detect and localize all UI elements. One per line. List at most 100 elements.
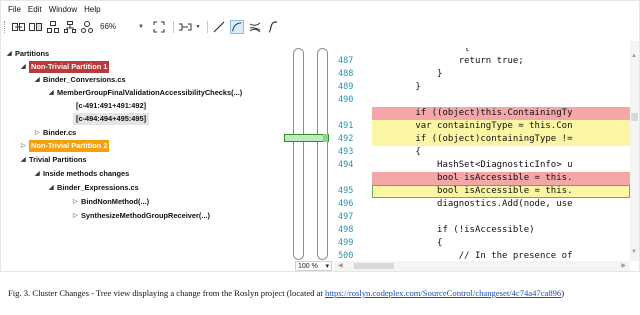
tree-node-trivial-partitions[interactable]: ◢ Trivial Partitions [21, 154, 87, 166]
code-text: { [372, 48, 470, 53]
code-line[interactable]: 494 HashSet<DiagnosticInfo> u [334, 159, 630, 172]
line-number [334, 48, 358, 55]
line-number: 489 [338, 82, 354, 92]
compare-icon[interactable] [28, 20, 43, 34]
scroll-thumb[interactable] [631, 113, 638, 121]
tree-label: Inside methods changes [43, 169, 130, 178]
code-gutter [358, 48, 372, 55]
tree-node-partitions[interactable]: ◢ Partitions [7, 48, 49, 60]
code-gutter [358, 211, 372, 224]
horizontal-scrollbar[interactable]: ◀ ▶ [334, 261, 630, 271]
tree-node-method-member-group[interactable]: ◢ MemberGroupFinalValidationAccessibilit… [49, 87, 242, 99]
chevron-down-icon[interactable]: ▼ [195, 20, 201, 34]
app-window: File Edit Window Help 66% ▼ ▼ ◢ Partitio… [0, 0, 640, 272]
tree-node-synthesize-method[interactable]: ▷ SynthesizeMethodGroupReceiver(...) [73, 210, 210, 222]
code-zoom-value: 100 % [298, 262, 318, 270]
scroll-up-icon[interactable]: ▲ [631, 53, 637, 59]
line-number: 495 [338, 186, 354, 196]
caption-link[interactable]: https://roslyn.codeplex.com/SourceContro… [325, 288, 561, 298]
code-gutter [358, 185, 372, 198]
code-text: { [372, 147, 421, 157]
code-line[interactable]: 495 bool isAccessible = this. [334, 185, 630, 198]
collapsed-arrow-icon[interactable]: ▷ [73, 210, 81, 222]
expanded-arrow-icon[interactable]: ◢ [35, 74, 43, 86]
code-gutter [358, 224, 372, 237]
expanded-arrow-icon[interactable]: ◢ [21, 154, 29, 166]
tree-node-change-491[interactable]: [c-491:491+491:492] [73, 100, 149, 112]
vertical-scrollbar[interactable]: ▲ ▼ [630, 41, 639, 261]
collapsed-arrow-icon[interactable]: ▷ [21, 140, 29, 152]
code-text: HashSet<DiagnosticInfo> u [372, 160, 573, 170]
collapsed-arrow-icon[interactable]: ▷ [73, 196, 81, 208]
line-number: 498 [338, 225, 354, 235]
expanded-arrow-icon[interactable]: ◢ [49, 182, 57, 194]
scroll-left-icon[interactable]: ◀ [338, 262, 343, 269]
tree-icon[interactable] [79, 20, 94, 34]
menu-help[interactable]: Help [84, 5, 100, 14]
code-line[interactable]: bool isAccessible = this. [334, 172, 630, 185]
code-line[interactable]: 496 diagnostics.Add(node, use [334, 198, 630, 211]
code-line[interactable]: 497 [334, 211, 630, 224]
menu-edit[interactable]: Edit [28, 5, 42, 14]
toolbar-grip[interactable] [4, 20, 7, 33]
code-zoom-select[interactable]: 100 % ▾ [295, 261, 332, 271]
expanded-arrow-icon[interactable]: ◢ [49, 87, 57, 99]
code-text: if ((object)this.ContainingTy [372, 107, 630, 120]
curve-icon[interactable] [229, 19, 244, 34]
tree-node-bind-non-method[interactable]: ▷ BindNonMethod(...) [73, 196, 149, 208]
code-line[interactable]: { [334, 48, 630, 55]
code-line[interactable]: 499 { [334, 237, 630, 250]
group-icon[interactable] [45, 20, 60, 34]
expanded-arrow-icon[interactable]: ◢ [7, 48, 15, 60]
code-line[interactable]: 488 } [334, 68, 630, 81]
code-text: if ((object)containingType != [372, 133, 630, 146]
tree-label: MemberGroupFinalValidationAccessibilityC… [57, 88, 243, 97]
scroll-down-icon[interactable]: ▼ [631, 249, 637, 255]
expanded-arrow-icon[interactable]: ◢ [21, 61, 29, 73]
code-text: return true; [372, 56, 524, 66]
overview-bar-right[interactable] [317, 48, 328, 260]
tree-node-partition-2[interactable]: ▷ Non-Trivial Partition 2 [21, 140, 110, 152]
code-text: bool isAccessible = this. [372, 172, 630, 185]
code-gutter [358, 146, 372, 159]
change-link-marker-end [323, 134, 328, 142]
code-line[interactable]: 492 if ((object)containingType != [334, 133, 630, 146]
expanded-arrow-icon[interactable]: ◢ [35, 168, 43, 180]
code-line[interactable]: 489 } [334, 81, 630, 94]
tree-node-file-binder[interactable]: ▷ Binder.cs [35, 127, 76, 139]
overview-bar-left[interactable] [293, 48, 304, 260]
code-line[interactable]: 490 [334, 94, 630, 107]
code-line[interactable]: 487 return true; [334, 55, 630, 68]
scroll-thumb[interactable] [354, 263, 394, 269]
code-text: { [372, 238, 443, 248]
line-number: 491 [338, 121, 354, 131]
code-line[interactable]: 491 var containingType = this.Con [334, 120, 630, 133]
line-icon[interactable] [212, 20, 226, 34]
zoom-combo[interactable]: 66% ▼ [100, 22, 144, 31]
tree-node-file-binder-conversions[interactable]: ◢ Binder_Conversions.cs [35, 74, 126, 86]
menu-file[interactable]: File [8, 5, 21, 14]
hierarchy-icon[interactable] [62, 20, 77, 34]
toolbar-separator [206, 20, 208, 33]
spline-icon[interactable] [266, 20, 280, 34]
code-line[interactable]: 493 { [334, 146, 630, 159]
bundle-icon[interactable] [248, 20, 262, 34]
fit-icon[interactable] [152, 20, 167, 34]
scroll-right-icon[interactable]: ▶ [621, 262, 626, 269]
line-number: 488 [338, 69, 354, 79]
tree-node-file-binder-expressions[interactable]: ◢ Binder_Expressions.cs [49, 182, 139, 194]
menu-window[interactable]: Window [49, 5, 77, 14]
collapsed-arrow-icon[interactable]: ▷ [35, 127, 43, 139]
tree-node-change-494[interactable]: [c-494:494+495:495] [73, 113, 150, 125]
code-gutter [358, 198, 372, 211]
code-line[interactable]: 498 if (!isAccessible) [334, 224, 630, 237]
tree-label: Binder.cs [43, 128, 77, 137]
code-text: diagnostics.Add(node, use [372, 199, 573, 209]
tree-node-partition-1[interactable]: ◢ Non-Trivial Partition 1 [21, 61, 110, 73]
code-line[interactable]: 500 // In the presence of [334, 250, 630, 261]
layout-icon[interactable] [178, 20, 193, 34]
tree-node-inside-methods[interactable]: ◢ Inside methods changes [35, 168, 129, 180]
code-line[interactable]: if ((object)this.ContainingTy [334, 107, 630, 120]
merge-icon[interactable] [11, 20, 26, 34]
code-view[interactable]: {487 return true; 488 } 489 } 490 if ((obje… [334, 48, 630, 261]
